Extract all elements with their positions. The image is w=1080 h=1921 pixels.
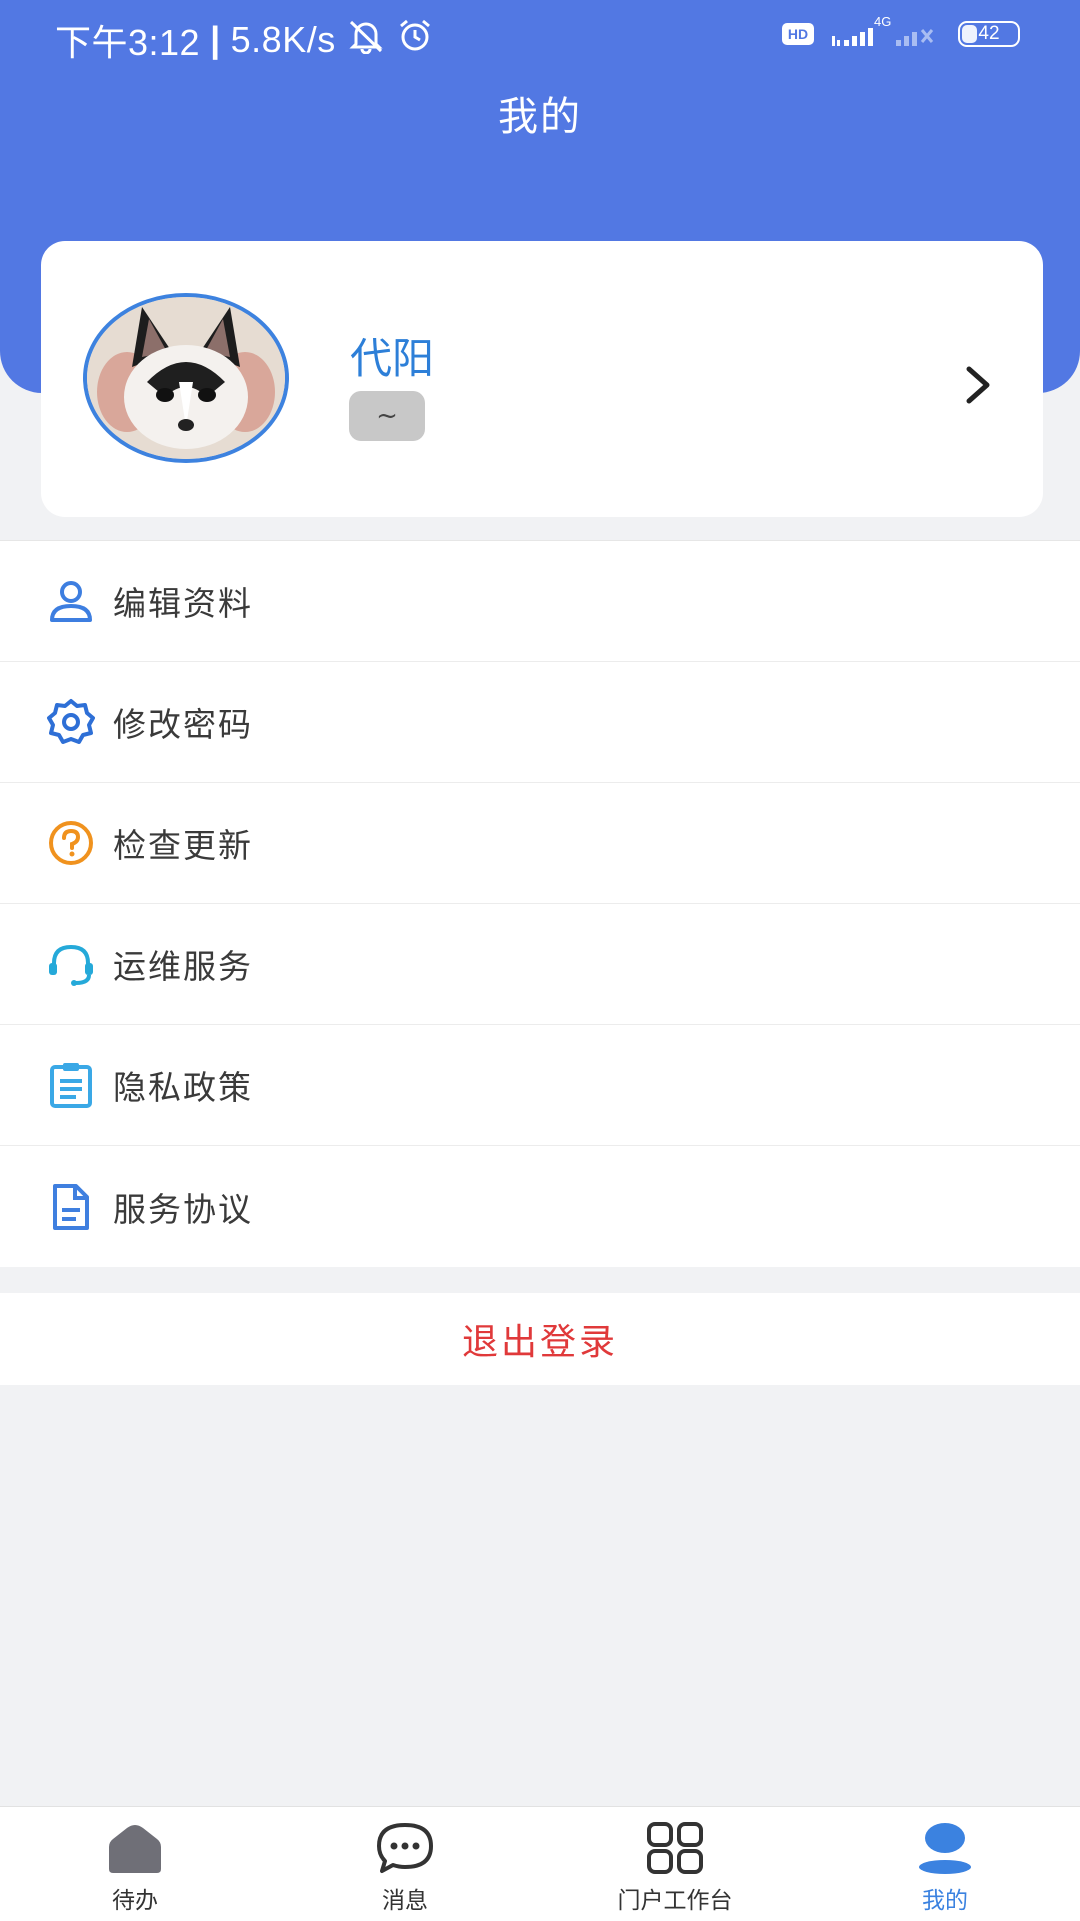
muted-bell-icon — [346, 18, 386, 63]
menu-item-ops-service[interactable]: 运维服务 — [0, 904, 1080, 1025]
tab-label: 我的 — [922, 1888, 968, 1914]
menu-item-label: 修改密码 — [113, 705, 253, 744]
battery-level: 42 — [978, 23, 1000, 44]
user-name: 代阳 — [350, 334, 435, 383]
status-time: 下午3:12 — [55, 22, 201, 63]
menu-item-label: 编辑资料 — [113, 584, 253, 623]
hd-badge: HD — [782, 23, 814, 45]
profile-card[interactable]: 代阳 ~ — [41, 241, 1043, 517]
chat-icon — [375, 1821, 435, 1875]
clipboard-list-icon — [46, 1060, 96, 1110]
menu-item-label: 运维服务 — [113, 947, 253, 986]
network-type: 4G — [874, 14, 892, 29]
document-icon — [46, 1182, 96, 1232]
bottom-tab-bar: 待办 消息 门户工作台 我的 — [0, 1806, 1080, 1921]
menu-item-label: 服务协议 — [113, 1189, 253, 1229]
menu-item-label: 检查更新 — [113, 826, 253, 865]
tab-portal-workbench[interactable]: 门户工作台 — [540, 1807, 810, 1921]
battery-icon: 42 — [958, 21, 1020, 47]
menu-item-service-agreement[interactable]: 服务协议 — [0, 1146, 1080, 1267]
status-bar: 下午3:12 | 5.8K/s HD 4G 42 — [0, 0, 1080, 74]
tab-label: 消息 — [382, 1888, 428, 1914]
chevron-right-icon[interactable] — [959, 363, 999, 407]
page-title: 我的 — [498, 94, 582, 140]
tab-messages[interactable]: 消息 — [270, 1807, 540, 1921]
menu-item-privacy-policy[interactable]: 隐私政策 — [0, 1025, 1080, 1146]
status-right: HD 4G 42 — [782, 14, 1020, 50]
headset-icon — [46, 939, 96, 989]
gear-icon — [46, 697, 96, 747]
signature-badge: ~ — [349, 391, 425, 441]
menu-item-edit-profile[interactable]: 编辑资料 — [0, 541, 1080, 662]
menu-list: 编辑资料 修改密码 检查更新 运维服务 隐私政策 服务协议 — [0, 540, 1080, 1267]
tab-mine[interactable]: 我的 — [810, 1807, 1080, 1921]
menu-item-change-password[interactable]: 修改密码 — [0, 662, 1080, 783]
alarm-icon — [396, 18, 434, 63]
tab-todo[interactable]: 待办 — [0, 1807, 270, 1921]
status-net-speed: 5.8K/s — [230, 19, 336, 60]
logout-button[interactable]: 退出登录 — [0, 1293, 1080, 1385]
profile-icon — [915, 1821, 975, 1875]
status-left: 下午3:12 | 5.8K/s — [55, 14, 434, 66]
menu-item-label: 隐私政策 — [113, 1068, 253, 1107]
avatar[interactable] — [83, 293, 289, 463]
status-separator: | — [210, 19, 221, 60]
user-icon — [46, 576, 96, 626]
signal-icon: 4G — [826, 14, 946, 50]
tab-label: 待办 — [112, 1888, 158, 1914]
question-circle-icon — [46, 818, 96, 868]
tab-label: 门户工作台 — [617, 1888, 733, 1914]
grid-icon — [645, 1821, 705, 1875]
home-icon — [105, 1821, 165, 1875]
menu-item-check-update[interactable]: 检查更新 — [0, 783, 1080, 904]
